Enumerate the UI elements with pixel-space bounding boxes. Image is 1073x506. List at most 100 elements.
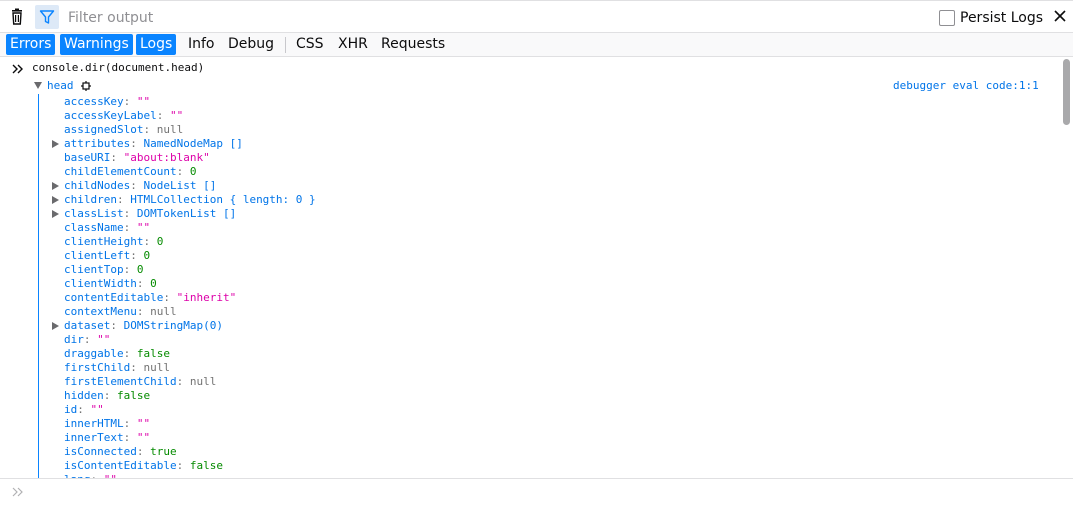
property-separator: :	[130, 179, 144, 192]
property-separator: :	[143, 123, 157, 136]
tree-guide-line	[38, 94, 39, 478]
property-entry: clientTop: 0	[64, 263, 143, 277]
property-value: 0	[136, 263, 144, 276]
property-separator: :	[123, 207, 137, 220]
property-value: HTMLCollection { length: 0 }	[130, 193, 316, 206]
property-key: dataset	[64, 319, 111, 332]
property-value: ""	[136, 221, 151, 234]
property-entry: contextMenu: null	[64, 305, 177, 319]
property-key: classList	[64, 207, 124, 220]
property-value: ""	[136, 417, 151, 430]
property-key: draggable	[64, 347, 124, 360]
property-key: children	[64, 193, 117, 206]
console-output: console.dir(document.head) head debugger…	[0, 57, 1073, 478]
collapse-arrow-icon[interactable]	[52, 182, 59, 190]
property-key: innerText	[64, 431, 124, 444]
filter-icon	[39, 10, 55, 24]
command-text: console.dir(document.head)	[32, 61, 205, 74]
filter-xhr-button[interactable]: XHR	[334, 34, 372, 55]
filter-logs-button[interactable]: Logs	[136, 34, 177, 55]
property-key: childNodes	[64, 179, 131, 192]
property-separator: :	[130, 249, 144, 262]
filter-info-button[interactable]: Info	[184, 34, 219, 55]
collapse-arrow-icon[interactable]	[52, 210, 59, 218]
trash-icon[interactable]	[8, 8, 26, 26]
expand-arrow-icon[interactable]	[34, 82, 42, 89]
property-entry: accessKey: ""	[64, 95, 150, 109]
persist-logs-checkbox[interactable]	[939, 10, 955, 26]
property-entry: childNodes: NodeList []	[64, 179, 216, 193]
property-value: false	[117, 389, 151, 402]
close-icon[interactable]	[1053, 9, 1067, 23]
collapse-arrow-icon[interactable]	[52, 322, 59, 330]
property-key: isContentEditable	[64, 459, 177, 472]
property-value: null	[150, 305, 177, 318]
property-separator: :	[123, 221, 137, 234]
property-value: true	[150, 445, 177, 458]
scrollbar-thumb[interactable]	[1063, 59, 1070, 125]
property-separator: :	[156, 109, 170, 122]
property-value: false	[189, 459, 223, 472]
property-value: "inherit"	[176, 291, 237, 304]
property-value: NodeList []	[143, 179, 217, 192]
filter-errors-button[interactable]: Errors	[6, 34, 56, 55]
vertical-scrollbar[interactable]	[1061, 57, 1073, 478]
property-entry: classList: DOMTokenList []	[64, 207, 236, 221]
property-separator: :	[176, 459, 190, 472]
property-entry: innerHTML: ""	[64, 417, 150, 431]
persist-logs-toggle[interactable]: Persist Logs	[939, 8, 1043, 28]
property-separator: :	[123, 347, 137, 360]
open-in-inspector-icon[interactable]	[81, 81, 91, 91]
property-value: 0	[150, 277, 157, 290]
property-entry: hidden: false	[64, 389, 150, 403]
property-separator: :	[123, 263, 137, 276]
filter-output-input[interactable]	[68, 7, 868, 29]
source-location-link[interactable]: debugger eval code:1:1	[893, 79, 1039, 93]
property-entry: className: ""	[64, 221, 150, 235]
property-value: DOMTokenList []	[136, 207, 237, 220]
property-separator: :	[77, 403, 91, 416]
console-input-line[interactable]	[0, 478, 1073, 506]
filter-toggle-button[interactable]	[35, 5, 59, 29]
property-entry: isContentEditable: false	[64, 459, 223, 473]
collapse-arrow-icon[interactable]	[52, 196, 59, 204]
property-value: false	[136, 347, 170, 360]
property-separator: :	[163, 291, 177, 304]
property-separator: :	[136, 277, 151, 290]
property-key: clientWidth	[64, 277, 137, 290]
property-value: null	[143, 361, 170, 374]
property-value: 0	[143, 249, 151, 262]
property-key: clientTop	[64, 263, 124, 276]
property-separator: :	[130, 137, 144, 150]
property-key: firstChild	[64, 361, 131, 374]
object-name[interactable]: head	[47, 79, 74, 93]
property-value: ""	[136, 431, 151, 444]
property-entry: assignedSlot: null	[64, 123, 183, 137]
property-value: ""	[136, 95, 151, 108]
property-key: className	[64, 221, 124, 234]
property-separator: :	[136, 305, 151, 318]
input-prompt-icon	[12, 487, 23, 497]
filter-debug-button[interactable]: Debug	[224, 34, 278, 55]
property-entry: accessKeyLabel: ""	[64, 109, 183, 123]
filter-css-button[interactable]: CSS	[292, 34, 328, 55]
property-key: accessKey	[64, 95, 124, 108]
property-entry: firstElementChild: null	[64, 375, 216, 389]
filter-warnings-button[interactable]: Warnings	[60, 34, 133, 55]
filter-requests-button[interactable]: Requests	[377, 34, 449, 55]
property-key: hidden	[64, 389, 104, 402]
property-entry: firstChild: null	[64, 361, 170, 375]
property-entry: draggable: false	[64, 347, 170, 361]
property-entry: attributes: NamedNodeMap []	[64, 137, 243, 151]
property-separator: :	[130, 361, 144, 374]
collapse-arrow-icon[interactable]	[52, 140, 59, 148]
property-separator: :	[123, 95, 137, 108]
property-separator: :	[110, 151, 124, 164]
property-value: DOMStringMap(0)	[123, 319, 223, 332]
property-separator: :	[103, 389, 117, 402]
property-separator: :	[123, 431, 137, 444]
property-key: attributes	[64, 137, 131, 150]
property-separator: :	[176, 165, 190, 178]
property-separator: :	[143, 235, 157, 248]
filter-divider	[285, 37, 286, 53]
